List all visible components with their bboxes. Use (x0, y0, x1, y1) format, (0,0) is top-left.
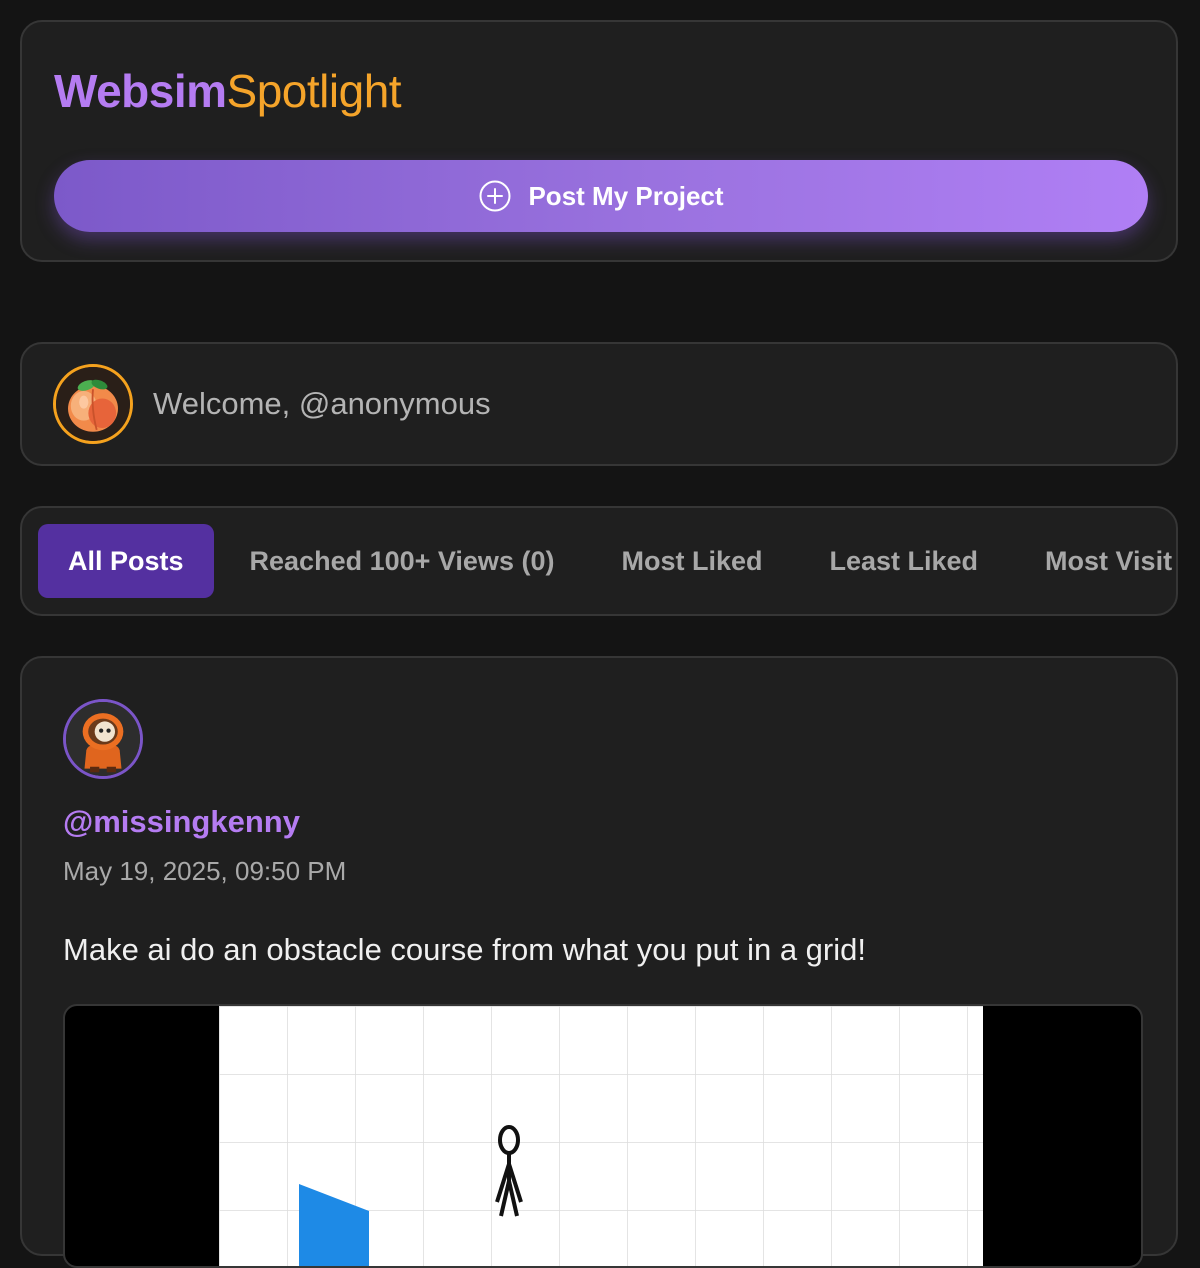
brand-name-part1: Websim (54, 65, 227, 117)
tab-all-posts[interactable]: All Posts (38, 524, 214, 598)
welcome-message: Welcome, @anonymous (153, 386, 491, 421)
post-project-button[interactable]: Post My Project (54, 160, 1148, 232)
filter-tabs-card: All Posts Reached 100+ Views (0) Most Li… (20, 506, 1178, 616)
brand-name-part2: Spotlight (226, 65, 402, 117)
post-card: @missingkenny May 19, 2025, 09:50 PM Mak… (20, 656, 1178, 1268)
plus-circle-icon (479, 180, 511, 212)
user-avatar[interactable] (53, 364, 133, 444)
post-preview-image[interactable] (63, 1004, 1143, 1268)
post-description: Make ai do an obstacle course from what … (63, 932, 866, 967)
tab-most-liked[interactable]: Most Liked (590, 524, 793, 598)
peach-icon (56, 367, 130, 441)
tab-reached-100-views[interactable]: Reached 100+ Views (0) (219, 524, 586, 598)
grid-preview-image (219, 1006, 983, 1266)
welcome-card: Welcome, @anonymous (20, 342, 1178, 466)
post-project-label: Post My Project (528, 180, 724, 211)
post-author-username[interactable]: @missingkenny (63, 804, 300, 840)
tab-most-visited[interactable]: Most Visit (1014, 524, 1176, 598)
header-card: WebsimSpotlight Post My Project (20, 20, 1178, 262)
filter-tabs: All Posts Reached 100+ Views (0) Most Li… (38, 524, 1176, 598)
kenny-avatar-icon (66, 702, 140, 776)
post-author-avatar[interactable] (63, 699, 143, 779)
site-logo[interactable]: WebsimSpotlight (54, 62, 402, 120)
tab-least-liked[interactable]: Least Liked (798, 524, 1009, 598)
post-timestamp: May 19, 2025, 09:50 PM (63, 856, 347, 886)
